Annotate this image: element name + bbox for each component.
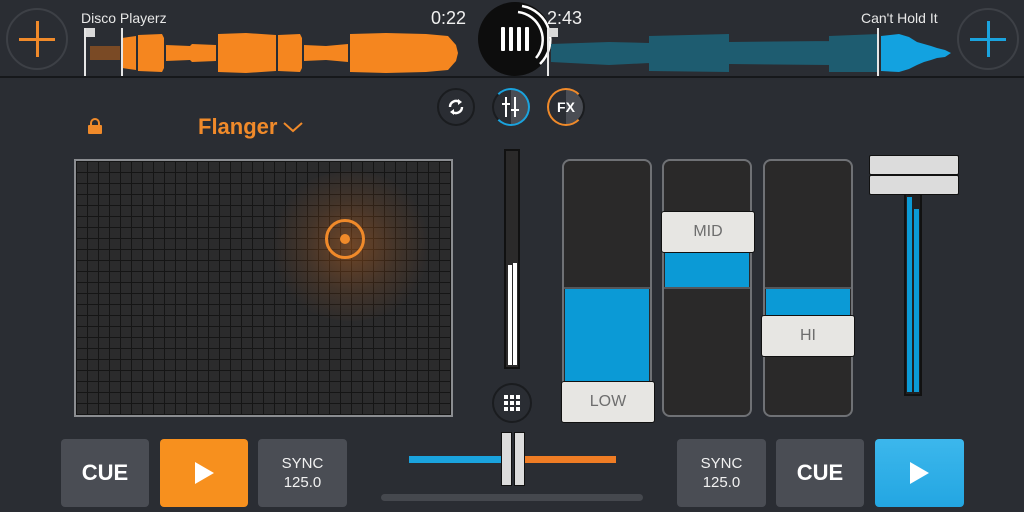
channel-meter-left (907, 196, 912, 392)
waveform-shape (122, 33, 458, 73)
meter-right-bar (513, 263, 517, 365)
right-play-button[interactable] (875, 439, 964, 507)
lock-icon[interactable] (88, 118, 102, 134)
waveform-played-part (551, 34, 879, 72)
crossfader-handle[interactable] (501, 432, 525, 486)
effect-select[interactable]: Flanger (198, 114, 304, 140)
left-play-button[interactable] (160, 439, 248, 507)
right-track-time: 2:43 (547, 8, 583, 28)
crossfader-right-track (523, 456, 616, 463)
right-sync-button[interactable]: SYNC 125.0 (677, 439, 766, 507)
grid-icon (504, 395, 520, 411)
left-cue-flag[interactable] (86, 28, 95, 37)
pitch-slider[interactable] (381, 494, 643, 501)
eq-hi-slider[interactable]: HI (761, 159, 855, 417)
left-playhead[interactable] (121, 28, 123, 76)
eq-low-fill (565, 289, 649, 381)
waveform-upcoming-part (881, 34, 951, 72)
eq-low-slider[interactable]: LOW (561, 159, 655, 423)
eq-mid-fill (665, 253, 749, 287)
left-cue-marker (84, 28, 86, 76)
fx-label: FX (557, 99, 575, 115)
right-cue-button[interactable]: CUE (776, 439, 864, 507)
fx-view-button[interactable]: FX (547, 88, 585, 126)
mixer-icon (502, 97, 519, 117)
right-waveform[interactable] (549, 30, 954, 76)
channel-fader-handle-lower[interactable] (869, 175, 959, 195)
mixer-view-button[interactable] (492, 88, 530, 126)
track-overview-bar: Disco Playerz 0:22 2:43 Can't Hold It (0, 0, 1024, 78)
plus-icon (19, 21, 55, 57)
left-track-title: Disco Playerz (81, 10, 167, 26)
loop-button[interactable] (437, 88, 475, 126)
chevron-down-icon (283, 122, 304, 133)
center-pause-button[interactable] (478, 2, 552, 76)
left-track-time: 0:22 (431, 8, 467, 28)
play-icon (194, 462, 214, 484)
right-cue-marker (547, 28, 549, 76)
eq-low-handle[interactable]: LOW (561, 381, 655, 423)
progress-arc-icon (517, 4, 552, 65)
right-track-title: Can't Hold It (861, 10, 938, 26)
plus-icon (970, 21, 1006, 57)
eq-hi-handle[interactable]: HI (761, 315, 855, 357)
left-sync-button[interactable]: SYNC 125.0 (258, 439, 347, 507)
channel-fader-track[interactable] (904, 178, 922, 396)
pads-grid-button[interactable] (492, 383, 532, 423)
channel-meter-right (914, 209, 919, 392)
left-waveform[interactable] (86, 30, 464, 76)
waveform-played-part (90, 46, 120, 60)
fx-xy-pad[interactable] (74, 159, 453, 417)
meter-left-bar (508, 265, 512, 365)
effect-name: Flanger (198, 114, 278, 139)
master-level-meter (504, 149, 520, 369)
add-track-right-button[interactable] (957, 8, 1019, 70)
add-track-left-button[interactable] (6, 8, 68, 70)
left-cue-button[interactable]: CUE (61, 439, 149, 507)
eq-mid-handle[interactable]: MID (661, 211, 755, 253)
eq-hi-fill (766, 289, 850, 315)
xy-cursor[interactable] (325, 219, 365, 259)
loop-icon (448, 99, 464, 115)
crossfader-left-track (409, 456, 503, 463)
right-playhead[interactable] (877, 28, 879, 76)
play-icon (910, 462, 929, 484)
channel-fader-handle[interactable] (869, 155, 959, 175)
eq-mid-slider[interactable]: MID (661, 159, 755, 417)
right-cue-flag[interactable] (549, 28, 558, 37)
